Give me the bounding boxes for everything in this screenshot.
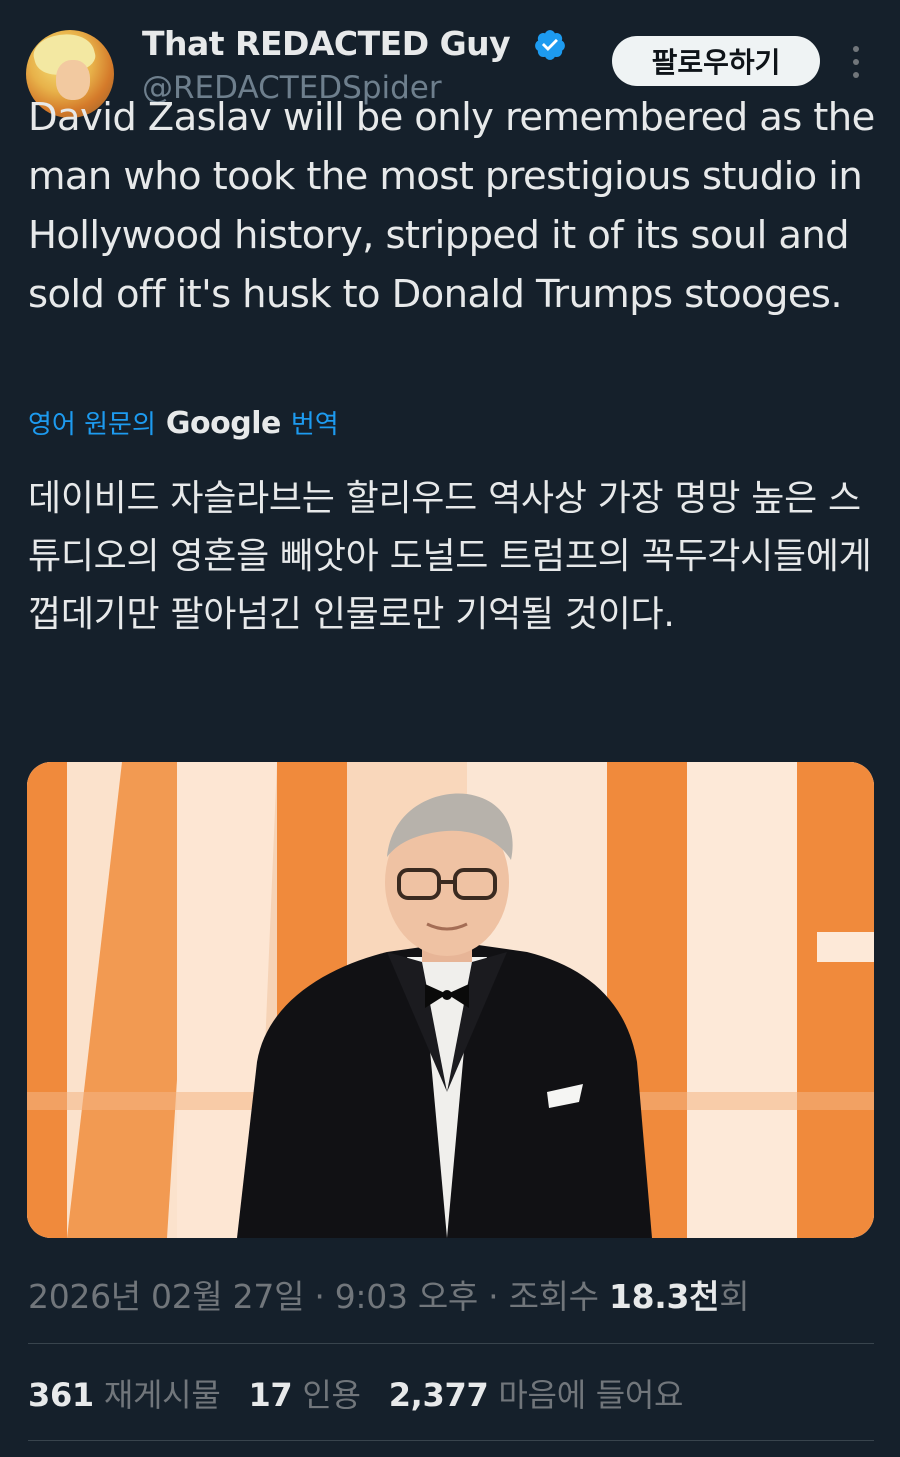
dot: [853, 59, 859, 65]
tweet-photo[interactable]: [27, 762, 874, 1238]
dot: [853, 72, 859, 78]
tweet-text: David Zaslav will be only remembered as …: [28, 95, 875, 317]
tweet-date: 2026년 02월 27일: [28, 1277, 305, 1316]
more-vertical-icon[interactable]: [842, 42, 870, 82]
translate-suffix: 번역: [290, 410, 339, 440]
engagement-stats: 361 재게시물 17 인용 2,377 마음에 들어요: [28, 1370, 683, 1416]
quotes-stat[interactable]: 17 인용: [248, 1370, 361, 1416]
views-suffix: 회: [719, 1277, 750, 1316]
quotes-label: 인용: [302, 1376, 361, 1414]
translated-text: 데이비드 자슬라브는 할리우드 역사상 가장 명망 높은 스튜디오의 영혼을 빼…: [28, 478, 872, 635]
divider: [28, 1343, 874, 1344]
reposts-stat[interactable]: 361 재게시물: [28, 1370, 221, 1416]
reposts-label: 재게시물: [103, 1376, 221, 1414]
dot: [853, 46, 859, 52]
translate-link[interactable]: 영어 원문의 Google 번역: [28, 404, 339, 441]
photo-illustration: [27, 762, 874, 1238]
separator: ·: [488, 1277, 499, 1316]
reposts-count: 361: [28, 1376, 94, 1414]
tweet-time: 9:03 오후: [334, 1277, 479, 1316]
follow-button[interactable]: 팔로우하기: [612, 36, 820, 86]
views-value: 18.3천: [608, 1277, 720, 1316]
verified-badge-icon: [535, 30, 565, 60]
display-name[interactable]: That REDACTED Guy: [142, 24, 511, 63]
likes-stat[interactable]: 2,377 마음에 들어요: [388, 1370, 684, 1416]
tweet-detail-page: That REDACTED Guy @REDACTEDSpider 팔로우하기 …: [0, 0, 900, 1457]
tweet-timestamp: 2026년 02월 27일 · 9:03 오후 · 조회수 18.3천회: [28, 1270, 750, 1318]
google-logo: Google: [165, 406, 281, 441]
translate-prefix: 영어 원문의: [28, 410, 156, 440]
views-label: 조회수: [508, 1277, 599, 1316]
separator: ·: [314, 1277, 325, 1316]
likes-count: 2,377: [388, 1376, 489, 1414]
divider: [28, 1440, 874, 1441]
likes-label: 마음에 들어요: [498, 1376, 684, 1414]
quotes-count: 17: [248, 1376, 293, 1414]
